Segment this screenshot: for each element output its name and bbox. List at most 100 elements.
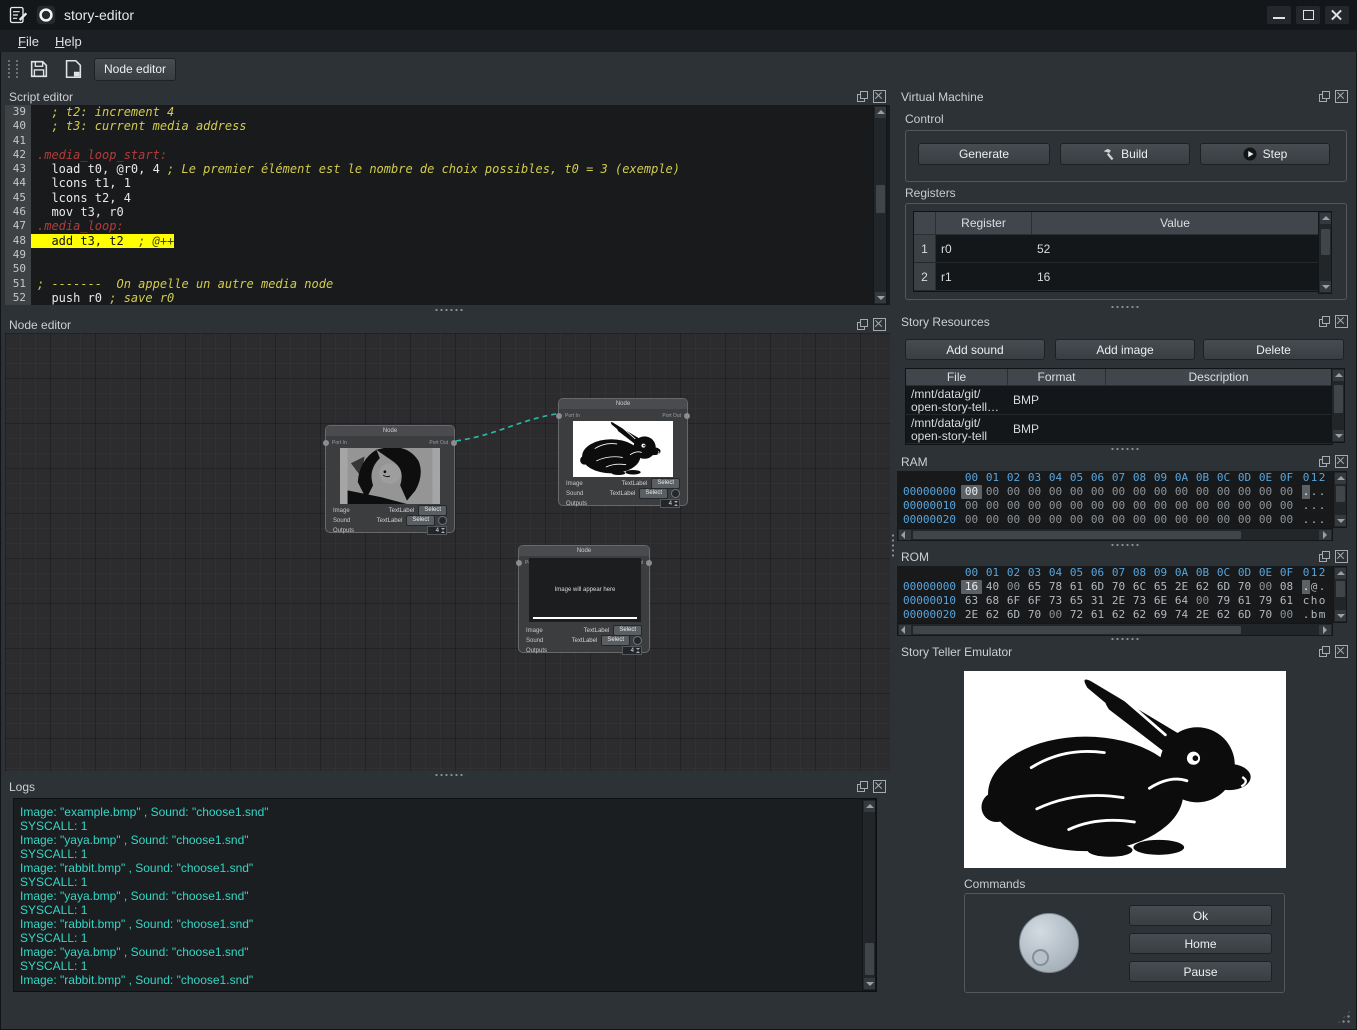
ascii-char[interactable]: c [1302, 594, 1310, 608]
hex-byte[interactable]: 62 [1213, 608, 1234, 622]
splitter-handle[interactable] [434, 308, 464, 312]
ram-hex-view[interactable]: 000102030405060708090A0B0C0D0E0F01200000… [897, 471, 1333, 528]
hex-byte[interactable]: 00 [1003, 485, 1024, 499]
register-row-number[interactable]: 2 [914, 263, 936, 291]
hex-byte[interactable]: 73 [1129, 594, 1150, 608]
hex-byte[interactable]: 6E [1150, 594, 1171, 608]
port-out-dot[interactable] [646, 560, 652, 566]
resources-scrollbar[interactable] [1331, 368, 1345, 443]
splitter-handle[interactable] [1110, 543, 1140, 547]
maximize-button[interactable] [1296, 6, 1320, 24]
ram-vertical-scrollbar[interactable] [1333, 471, 1347, 528]
hex-byte[interactable]: 00 [1066, 499, 1087, 513]
menu-help[interactable]: Help [47, 33, 90, 50]
hex-byte[interactable]: 00 [1192, 485, 1213, 499]
description-column-header[interactable]: Description [1106, 369, 1332, 386]
ok-button[interactable]: Ok [1129, 905, 1272, 926]
minimize-button[interactable] [1267, 6, 1291, 24]
hex-byte[interactable]: 00 [1171, 485, 1192, 499]
rom-hex-view[interactable]: 000102030405060708090A0B0C0D0E0F01200000… [897, 566, 1333, 623]
register-name-cell[interactable]: r0 [936, 235, 1032, 263]
hex-byte[interactable]: 00 [1171, 513, 1192, 527]
port-in-dot[interactable] [556, 413, 562, 419]
ascii-char[interactable]: . [1302, 485, 1310, 499]
ascii-char[interactable]: . [1310, 513, 1318, 527]
hex-byte[interactable]: 72 [1066, 608, 1087, 622]
close-panel-icon[interactable] [1335, 315, 1348, 328]
hex-byte[interactable]: 00 [982, 485, 1003, 499]
format-column-header[interactable]: Format [1008, 369, 1106, 386]
hex-byte[interactable]: 79 [1213, 594, 1234, 608]
resource-description-cell[interactable] [1106, 386, 1332, 415]
port-in-dot[interactable] [323, 440, 329, 446]
float-panel-icon[interactable] [857, 319, 868, 330]
ascii-char[interactable]: . [1318, 485, 1326, 499]
hex-byte[interactable]: 00 [1129, 513, 1150, 527]
hex-byte[interactable]: 00 [1045, 608, 1066, 622]
select-sound-button[interactable]: Select [601, 635, 630, 646]
hex-byte[interactable]: 00 [1045, 513, 1066, 527]
hex-byte[interactable]: 00 [1213, 499, 1234, 513]
generate-button[interactable]: Generate [918, 143, 1050, 165]
ascii-char[interactable]: h [1310, 594, 1318, 608]
close-panel-icon[interactable] [1335, 90, 1348, 103]
float-panel-icon[interactable] [1319, 551, 1330, 562]
registers-table[interactable]: Register Value 1r0522r116 [913, 211, 1320, 292]
select-sound-button[interactable]: Select [406, 515, 435, 526]
close-panel-icon[interactable] [1335, 455, 1348, 468]
hex-byte[interactable]: 78 [1045, 580, 1066, 594]
splitter-handle[interactable] [434, 773, 464, 777]
ascii-char[interactable]: m [1318, 608, 1326, 622]
hex-byte[interactable]: 00 [1234, 485, 1255, 499]
logs-scrollbar[interactable] [862, 799, 876, 991]
float-panel-icon[interactable] [1319, 91, 1330, 102]
hex-byte[interactable]: 00 [961, 499, 982, 513]
close-panel-icon[interactable] [1335, 550, 1348, 563]
hex-byte[interactable]: 00 [1192, 594, 1213, 608]
ascii-char[interactable]: . [1302, 580, 1310, 594]
ascii-char[interactable]: b [1310, 608, 1318, 622]
hex-byte[interactable]: 00 [1108, 513, 1129, 527]
register-column-header[interactable]: Register [936, 212, 1032, 235]
hex-byte[interactable]: 00 [1276, 485, 1297, 499]
hex-byte[interactable]: 00 [1045, 485, 1066, 499]
ascii-char[interactable]: . [1310, 485, 1318, 499]
resource-file-cell[interactable]: /mnt/data/git/ open-story-tell [906, 415, 1008, 444]
resource-format-cell[interactable]: BMP [1008, 415, 1106, 444]
float-panel-icon[interactable] [1319, 646, 1330, 657]
hex-byte[interactable]: 6D [1234, 608, 1255, 622]
node-graph-canvas[interactable]: Node Port In Port Out ImageTextLabelSele… [5, 333, 890, 771]
home-button[interactable]: Home [1129, 933, 1272, 954]
hex-byte[interactable]: 61 [1087, 608, 1108, 622]
play-sound-icon[interactable] [633, 636, 642, 645]
hex-byte[interactable]: 00 [982, 513, 1003, 527]
new-file-button[interactable] [60, 57, 86, 81]
hex-byte[interactable]: 00 [1192, 499, 1213, 513]
hex-byte[interactable]: 00 [1003, 499, 1024, 513]
outputs-spinbox[interactable]: 4 [622, 646, 642, 655]
resources-table[interactable]: File Format Description /mnt/data/git/ o… [905, 368, 1333, 445]
hex-byte[interactable]: 40 [982, 580, 1003, 594]
script-code-editor[interactable]: 39 ; t2: increment 440 ; t3: current med… [5, 105, 890, 305]
hex-byte[interactable]: 79 [1255, 594, 1276, 608]
build-button[interactable]: Build [1060, 143, 1190, 165]
port-out-dot[interactable] [451, 440, 457, 446]
hex-byte[interactable]: 00 [1108, 499, 1129, 513]
script-editor-scrollbar[interactable] [873, 105, 887, 305]
resource-file-cell[interactable]: /mnt/data/git/ open-story-tell… [906, 386, 1008, 415]
hex-byte[interactable]: 2E [1108, 594, 1129, 608]
hex-byte[interactable]: 62 [1129, 608, 1150, 622]
hex-byte[interactable]: 00 [1066, 513, 1087, 527]
hex-byte[interactable]: 00 [1087, 513, 1108, 527]
ascii-char[interactable]: . [1302, 513, 1310, 527]
hex-byte[interactable]: 31 [1087, 594, 1108, 608]
hex-byte[interactable]: 62 [1108, 608, 1129, 622]
hex-byte[interactable]: 00 [1255, 499, 1276, 513]
hex-byte[interactable]: 00 [1255, 513, 1276, 527]
close-panel-icon[interactable] [873, 318, 886, 331]
hex-byte[interactable]: 68 [982, 594, 1003, 608]
column-splitter-handle[interactable] [891, 533, 895, 557]
float-panel-icon[interactable] [857, 91, 868, 102]
hex-byte[interactable]: 00 [1003, 580, 1024, 594]
select-sound-button[interactable]: Select [639, 488, 668, 499]
